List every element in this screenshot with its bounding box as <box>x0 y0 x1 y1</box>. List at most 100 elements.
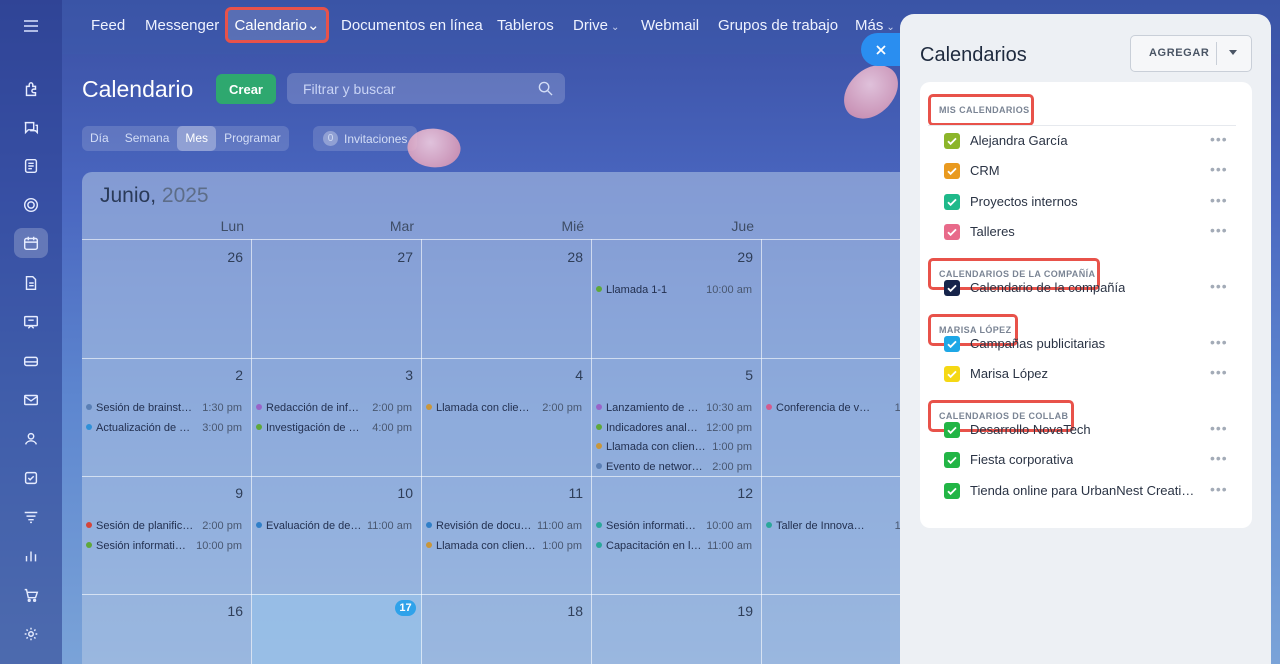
more-options-icon[interactable]: ••• <box>1210 481 1228 497</box>
file-icon[interactable] <box>14 268 48 298</box>
calendar-list-item[interactable]: Calendario de la compañía ••• <box>944 277 1230 299</box>
calendar-list-item[interactable]: Campañas publicitarias ••• <box>944 333 1230 355</box>
calendar-list-item[interactable]: Talleres ••• <box>944 221 1230 243</box>
circle-target-icon[interactable] <box>14 190 48 220</box>
calendar-checkbox[interactable] <box>944 224 960 240</box>
more-options-icon[interactable]: ••• <box>1210 334 1228 350</box>
calendar-event[interactable]: Conferencia de v…10:0 <box>766 402 916 414</box>
settings-gear-icon[interactable] <box>14 619 48 649</box>
day-number[interactable]: 29 <box>713 249 753 265</box>
calendar-checkbox[interactable] <box>944 163 960 179</box>
calendar-event[interactable]: Evento de networ… 2:00 pm <box>596 461 752 473</box>
checkbox-task-icon[interactable] <box>14 463 48 493</box>
calendar-checkbox[interactable] <box>944 422 960 438</box>
more-options-icon[interactable]: ••• <box>1210 278 1228 294</box>
calendar-list-item[interactable]: Proyectos internos ••• <box>944 191 1230 213</box>
calendar-event[interactable]: Lanzamiento de … 10:30 am <box>596 402 752 414</box>
day-number[interactable]: 10 <box>373 485 413 501</box>
funnel-icon[interactable] <box>14 502 48 532</box>
create-button[interactable]: Crear <box>216 74 276 104</box>
day-number[interactable]: 26 <box>203 249 243 265</box>
calendar-event[interactable]: Actualización de … 3:00 pm <box>86 422 242 434</box>
view-schedule[interactable]: Programar <box>216 126 289 151</box>
more-options-icon[interactable]: ••• <box>1210 420 1228 436</box>
calendar-event[interactable]: Sesión informati… 10:00 pm <box>86 540 242 552</box>
calendar-checkbox[interactable] <box>944 194 960 210</box>
calendar-event[interactable]: Indicadores anal… 12:00 pm <box>596 422 752 434</box>
nav-feed[interactable]: Feed <box>91 17 125 34</box>
nav-grupos[interactable]: Grupos de trabajo <box>718 17 838 34</box>
puzzle-icon[interactable] <box>14 75 48 105</box>
day-number[interactable]: 2 <box>203 367 243 383</box>
calendar-checkbox[interactable] <box>944 133 960 149</box>
chart-icon[interactable] <box>14 541 48 571</box>
calendar-event[interactable]: Llamada con clie… 2:00 pm <box>426 402 582 414</box>
more-options-icon[interactable]: ••• <box>1210 364 1228 380</box>
day-number[interactable]: 4 <box>543 367 583 383</box>
more-options-icon[interactable]: ••• <box>1210 192 1228 208</box>
day-number[interactable]: 28 <box>543 249 583 265</box>
more-options-icon[interactable]: ••• <box>1210 161 1228 177</box>
calendar-event[interactable]: Llamada con clien… 1:00 pm <box>426 540 582 552</box>
nav-calendario[interactable]: Calendario ⌄ <box>225 7 329 43</box>
calendar-list-item[interactable]: Marisa López ••• <box>944 363 1230 385</box>
calendar-event[interactable]: Llamada con clien… 1:00 pm <box>596 441 752 453</box>
nav-messenger[interactable]: Messenger <box>145 17 219 34</box>
invitations-button[interactable]: 0 Invitaciones <box>313 126 418 151</box>
calendar-event[interactable]: Sesión informati… 10:00 am <box>596 520 752 532</box>
calendar-list-item[interactable]: Tienda online para UrbanNest Creati… ••• <box>944 480 1230 502</box>
drive-icon[interactable] <box>14 346 48 376</box>
search-input[interactable]: Filtrar y buscar <box>287 73 565 104</box>
calendar-event[interactable]: Sesión de brainst… 1:30 pm <box>86 402 242 414</box>
calendar-list-item[interactable]: Alejandra García ••• <box>944 130 1230 152</box>
calendar-event[interactable]: Taller de Innova…12:0 <box>766 520 916 532</box>
nav-mas[interactable]: Más ⌄ <box>855 17 895 34</box>
calendar-event[interactable]: Revisión de docu… 11:00 am <box>426 520 582 532</box>
calendar-icon[interactable] <box>14 228 48 258</box>
calendar-checkbox[interactable] <box>944 280 960 296</box>
day-number[interactable]: 19 <box>713 603 753 619</box>
day-number[interactable]: 27 <box>373 249 413 265</box>
calendar-checkbox[interactable] <box>944 483 960 499</box>
view-month[interactable]: Mes <box>177 126 217 151</box>
more-options-icon[interactable]: ••• <box>1210 131 1228 147</box>
day-number[interactable]: 11 <box>543 485 583 501</box>
nav-documentos[interactable]: Documentos en línea <box>341 17 483 34</box>
nav-tableros[interactable]: Tableros <box>497 17 554 34</box>
calendar-event[interactable]: Llamada 1-1 10:00 am <box>596 284 752 296</box>
calendar-event[interactable]: Investigación de … 4:00 pm <box>256 422 412 434</box>
day-number[interactable]: 18 <box>543 603 583 619</box>
group-icon[interactable] <box>14 424 48 454</box>
day-number[interactable]: 16 <box>203 603 243 619</box>
calendar-list-item[interactable]: Fiesta corporativa ••• <box>944 449 1230 471</box>
day-number[interactable]: 3 <box>373 367 413 383</box>
view-day[interactable]: Día <box>82 126 117 151</box>
document-icon[interactable] <box>14 151 48 181</box>
day-number[interactable]: 5 <box>713 367 753 383</box>
calendar-event[interactable]: Capacitación en l… 11:00 am <box>596 540 752 552</box>
cart-icon[interactable] <box>14 580 48 610</box>
today-badge[interactable]: 17 <box>395 600 416 616</box>
menu-icon[interactable] <box>14 12 48 40</box>
calendar-list-item[interactable]: CRM ••• <box>944 160 1230 182</box>
more-options-icon[interactable]: ••• <box>1210 222 1228 238</box>
day-number[interactable]: 9 <box>203 485 243 501</box>
add-calendar-button[interactable]: AGREGAR <box>1130 35 1252 72</box>
calendar-checkbox[interactable] <box>944 452 960 468</box>
calendar-event[interactable]: Sesión de planific… 2:00 pm <box>86 520 242 532</box>
nav-webmail[interactable]: Webmail <box>641 17 699 34</box>
calendar-event[interactable]: Evaluación de de… 11:00 am <box>256 520 412 532</box>
chat-icon[interactable] <box>14 113 48 143</box>
view-week[interactable]: Semana <box>117 126 178 151</box>
nav-drive[interactable]: Drive ⌄ <box>573 17 619 34</box>
calendar-list-item[interactable]: Desarrollo NovaTech ••• <box>944 419 1230 441</box>
calendar-event[interactable]: Redacción de inf… 2:00 pm <box>256 402 412 414</box>
mail-icon[interactable] <box>14 385 48 415</box>
close-panel-button[interactable] <box>861 33 901 66</box>
dropdown-arrow-icon[interactable] <box>1229 50 1237 55</box>
day-number[interactable]: 12 <box>713 485 753 501</box>
more-options-icon[interactable]: ••• <box>1210 450 1228 466</box>
calendar-checkbox[interactable] <box>944 336 960 352</box>
calendar-checkbox[interactable] <box>944 366 960 382</box>
board-icon[interactable] <box>14 307 48 337</box>
